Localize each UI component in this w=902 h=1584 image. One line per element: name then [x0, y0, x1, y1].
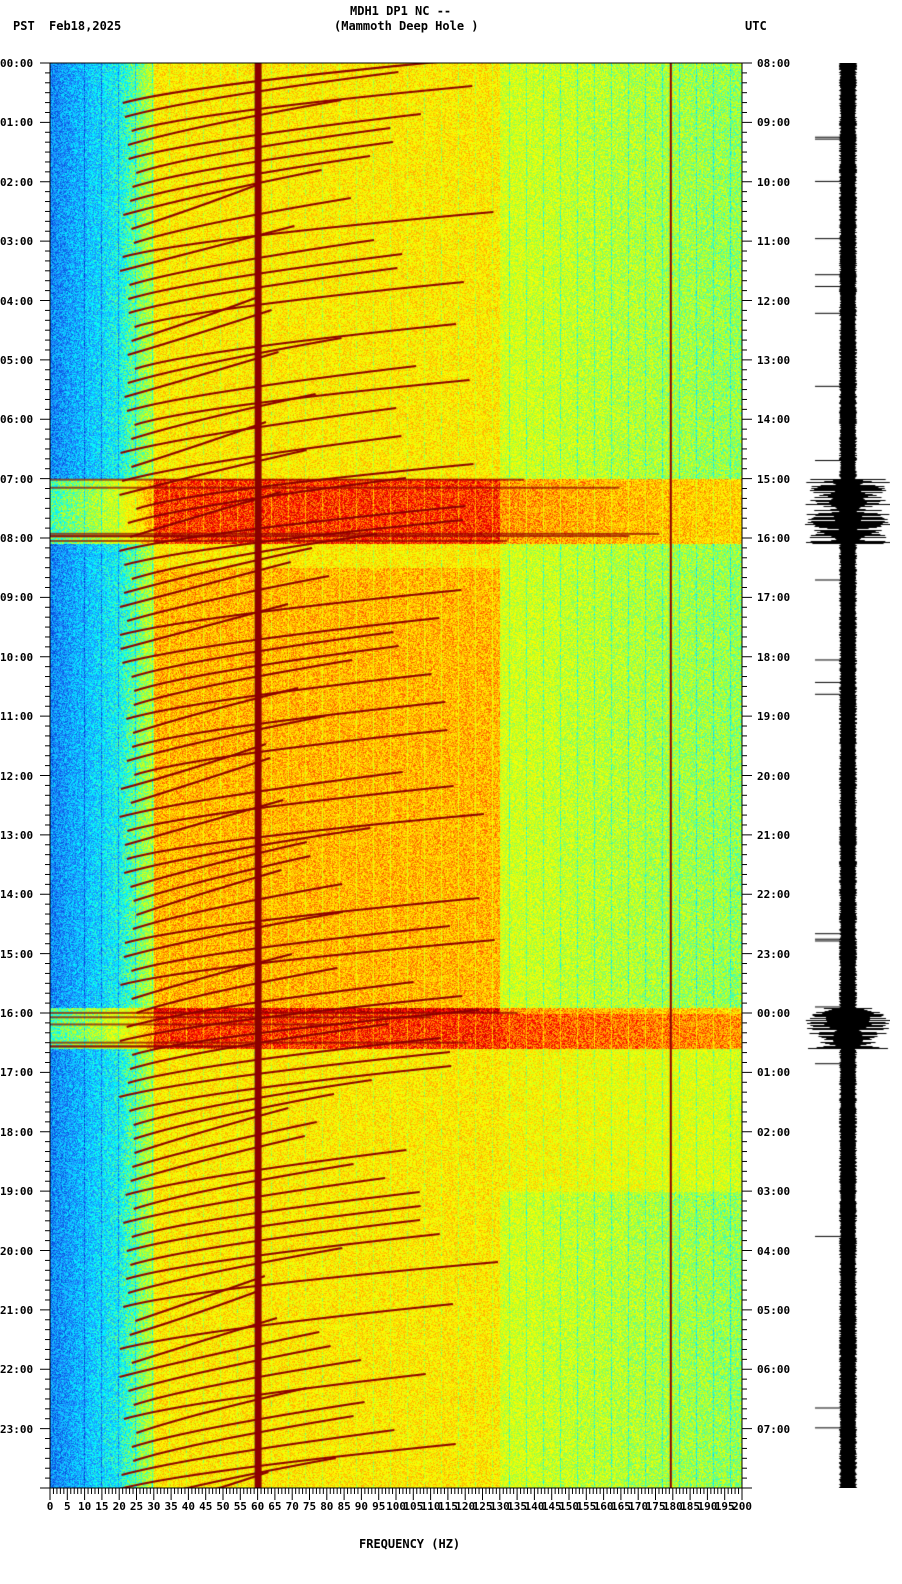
x-axis-label: FREQUENCY (HZ) — [359, 1537, 461, 1551]
right-time-label: 06:00 — [757, 1363, 791, 1377]
left-time-label: 00:00 — [0, 57, 34, 70]
right-time-label: 13:00 — [757, 353, 791, 367]
right-time-label: 14:00 — [757, 413, 791, 427]
left-time-label: 14:00 — [0, 888, 34, 902]
frequency-label: 30 — [147, 1500, 161, 1513]
right-time-label: 09:00 — [757, 116, 791, 130]
left-time-label: 04:00 — [0, 294, 34, 308]
right-time-label: 17:00 — [757, 591, 791, 605]
right-time-label: 07:00 — [757, 1422, 791, 1436]
frequency-label: 80 — [320, 1500, 334, 1513]
right-time-label: 11:00 — [757, 235, 791, 249]
frequency-label: 5 — [64, 1500, 71, 1513]
left-time-label: 06:00 — [0, 413, 34, 427]
left-time-label: 15:00 — [0, 947, 34, 961]
right-time-label: 16:00 — [757, 532, 791, 545]
frequency-label: 35 — [164, 1500, 178, 1513]
frequency-label: 70 — [285, 1500, 299, 1513]
frequency-label: 90 — [354, 1500, 369, 1513]
left-time-label: 16:00 — [0, 1007, 34, 1020]
left-time-label: 13:00 — [0, 828, 34, 842]
frequency-label: 65 — [268, 1500, 282, 1513]
right-time-label: 22:00 — [757, 888, 791, 902]
right-time-label: 10:00 — [757, 175, 791, 189]
left-time-label: 03:00 — [0, 235, 34, 249]
left-time-label: 10:00 — [0, 650, 34, 664]
frequency-label: 200 — [732, 1500, 752, 1513]
right-time-label: 04:00 — [757, 1244, 791, 1258]
frequency-label: 55 — [233, 1500, 247, 1513]
plot-frame — [49, 62, 743, 1489]
frequency-label: 40 — [181, 1500, 196, 1513]
frequency-label: 20 — [112, 1500, 126, 1513]
frequency-label: 45 — [199, 1500, 213, 1513]
frequency-label: 25 — [129, 1500, 144, 1513]
frequency-label: 10 — [78, 1500, 92, 1513]
frequency-label: 60 — [251, 1500, 265, 1513]
left-time-label: 11:00 — [0, 710, 34, 724]
left-time-label: 12:00 — [0, 769, 34, 783]
left-time-label: 18:00 — [0, 1125, 34, 1139]
frequency-label: 50 — [216, 1500, 230, 1513]
left-time-label: 08:00 — [0, 532, 34, 545]
right-time-label: 21:00 — [757, 828, 791, 842]
frequency-label: 15 — [95, 1500, 109, 1513]
left-time-label: 17:00 — [0, 1066, 34, 1080]
left-time-label: 05:00 — [0, 353, 34, 367]
left-time-label: 23:00 — [0, 1422, 34, 1436]
frequency-label: 75 — [302, 1500, 317, 1513]
left-time-label: 22:00 — [0, 1363, 34, 1377]
left-time-label: 01:00 — [0, 116, 34, 130]
left-time-label: 07:00 — [0, 472, 34, 486]
frequency-label: 95 — [372, 1500, 386, 1513]
right-time-label: 19:00 — [757, 710, 791, 724]
right-time-label: 00:00 — [757, 1007, 791, 1020]
right-time-label: 23:00 — [757, 947, 791, 961]
left-time-label: 21:00 — [0, 1303, 34, 1317]
left-time-label: 02:00 — [0, 175, 34, 189]
frequency-label: 85 — [337, 1500, 351, 1513]
right-time-label: 01:00 — [757, 1066, 791, 1080]
right-time-label: 05:00 — [757, 1303, 791, 1317]
right-time-label: 18:00 — [757, 650, 791, 664]
right-time-label: 12:00 — [757, 294, 791, 308]
right-time-label: 15:00 — [757, 472, 791, 486]
left-time-label: 19:00 — [0, 1185, 34, 1199]
right-time-label: 03:00 — [757, 1185, 791, 1199]
left-time-label: 09:00 — [0, 591, 34, 605]
right-time-label: 02:00 — [757, 1125, 791, 1139]
right-time-label: 20:00 — [757, 769, 791, 783]
left-time-label: 20:00 — [0, 1244, 34, 1258]
right-time-label: 08:00 — [757, 57, 791, 70]
seismogram-trace — [800, 63, 890, 1488]
frequency-label: 0 — [46, 1500, 54, 1513]
